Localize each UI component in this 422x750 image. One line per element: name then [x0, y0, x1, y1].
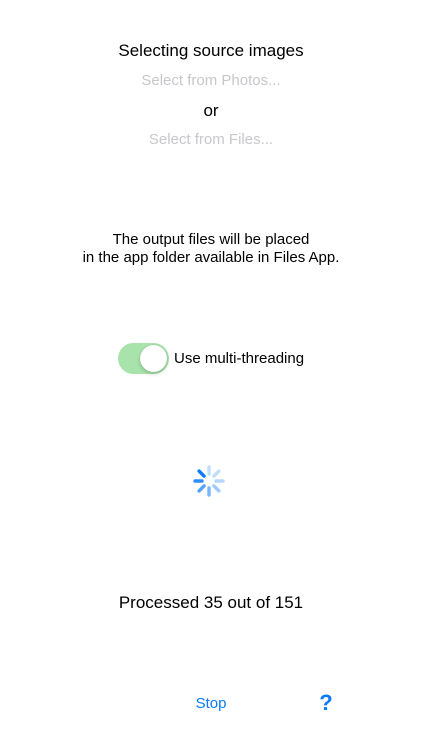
output-note: The output files will be placed in the a… — [0, 231, 422, 267]
spinner-spoke — [197, 484, 206, 493]
multithreading-row: Use multi-threading — [118, 343, 304, 374]
multithreading-label: Use multi-threading — [174, 349, 305, 367]
select-from-files-button[interactable]: Select from Files... — [0, 130, 422, 150]
switch-knob — [140, 345, 167, 372]
output-note-line-1: The output files will be placed — [112, 231, 310, 248]
stop-button[interactable]: Stop — [180, 694, 242, 714]
help-button[interactable]: ? — [314, 690, 338, 716]
output-note-line-2: in the app folder available in Files App… — [82, 249, 340, 266]
question-mark-icon: ? — [319, 690, 333, 715]
progress-status: Processed 35 out of 151 — [118, 593, 304, 612]
or-separator: or — [203, 101, 219, 120]
multithreading-switch[interactable] — [118, 343, 169, 374]
source-title: Selecting source images — [118, 41, 304, 60]
spinner-spoke — [197, 469, 206, 478]
activity-indicator-icon — [193, 465, 225, 497]
select-from-photos-button[interactable]: Select from Photos... — [0, 71, 422, 91]
spinner-spoke — [212, 469, 221, 478]
spinner-spoke — [212, 484, 221, 493]
